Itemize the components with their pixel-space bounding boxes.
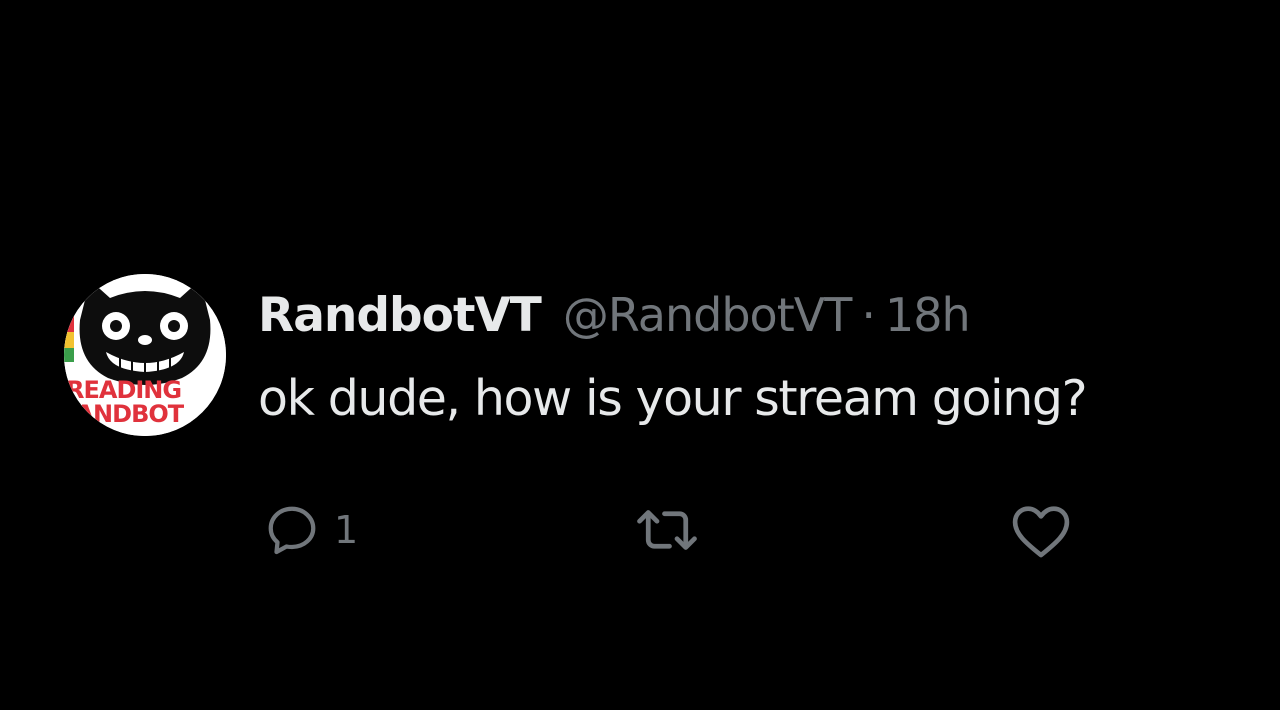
tweet-actions: 1	[0, 498, 1280, 562]
tweet-text: ok dude, how is your stream going?	[258, 370, 1088, 427]
user-handle[interactable]: @RandbotVT	[563, 288, 852, 342]
heart-icon	[1012, 506, 1070, 558]
reply-button[interactable]: 1	[262, 498, 358, 562]
separator-dot: ·	[861, 288, 876, 342]
like-button[interactable]	[1008, 498, 1074, 562]
reply-count: 1	[334, 508, 359, 552]
svg-text:RANDBOT: RANDBOT	[64, 400, 185, 428]
reading-randbot-logo-icon: READING RANDBOT	[64, 274, 226, 436]
retweet-icon	[637, 510, 697, 550]
display-name[interactable]: RandbotVT	[258, 288, 542, 343]
tweet[interactable]: READING RANDBOT RandbotVT @RandbotVT · 1…	[0, 0, 1280, 710]
tweet-timestamp[interactable]: 18h	[885, 288, 971, 342]
retweet-button[interactable]	[628, 498, 706, 562]
reply-icon	[268, 506, 316, 555]
tweet-header: RandbotVT @RandbotVT · 18h	[258, 280, 971, 350]
avatar[interactable]: READING RANDBOT	[64, 274, 226, 436]
